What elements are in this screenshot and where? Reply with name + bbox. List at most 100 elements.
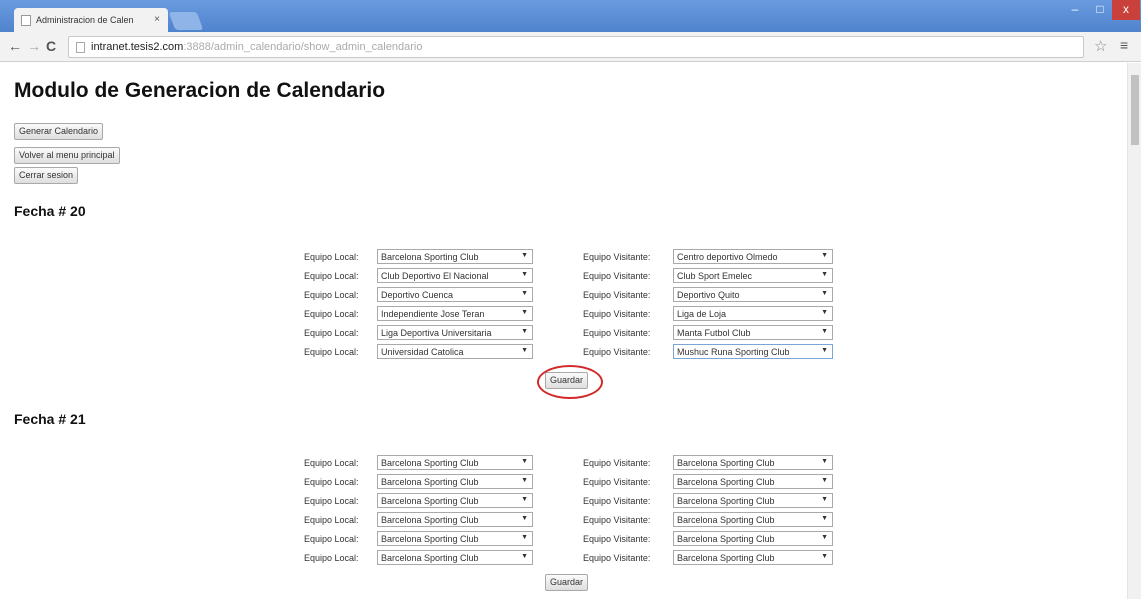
back-to-menu-button[interactable]: Volver al menu principal xyxy=(14,147,120,164)
dropdown-arrow-icon: ▼ xyxy=(521,347,528,354)
visiting-team-select[interactable]: Barcelona Sporting Club ▼ xyxy=(673,531,833,546)
local-team-label: Equipo Local: xyxy=(304,534,359,544)
window-minimize-button[interactable]: – xyxy=(1062,0,1088,20)
local-team-select[interactable]: Barcelona Sporting Club ▼ xyxy=(377,474,533,489)
visiting-team-label: Equipo Visitante: xyxy=(583,271,651,281)
local-team-value: Barcelona Sporting Club xyxy=(381,458,479,468)
dropdown-arrow-icon: ▼ xyxy=(521,309,528,316)
back-arrow-icon[interactable]: ← xyxy=(8,38,22,54)
local-team-select[interactable]: Deportivo Cuenca ▼ xyxy=(377,287,533,302)
visiting-team-value: Barcelona Sporting Club xyxy=(677,477,775,487)
dropdown-arrow-icon: ▼ xyxy=(821,252,828,259)
visiting-team-value: Liga de Loja xyxy=(677,309,727,319)
reload-icon[interactable]: C xyxy=(46,38,56,54)
local-team-label: Equipo Local: xyxy=(304,328,359,338)
visiting-team-select[interactable]: Liga de Loja ▼ xyxy=(673,306,833,321)
local-team-label: Equipo Local: xyxy=(304,252,359,262)
local-team-value: Barcelona Sporting Club xyxy=(381,477,479,487)
address-bar[interactable]: intranet.tesis2.com:3888/admin_calendari… xyxy=(68,36,1084,58)
page-icon xyxy=(76,42,85,53)
visiting-team-select[interactable]: Deportivo Quito ▼ xyxy=(673,287,833,302)
page-title: Modulo de Generacion de Calendario xyxy=(14,79,386,102)
logout-button[interactable]: Cerrar sesion xyxy=(14,167,79,184)
dropdown-arrow-icon: ▼ xyxy=(821,271,828,278)
bookmark-star-icon[interactable]: ☆ xyxy=(1094,37,1107,55)
visiting-team-select[interactable]: Centro deportivo Olmedo ▼ xyxy=(673,249,833,264)
browser-titlebar: Administracion de Calen × – □ x xyxy=(0,0,1141,32)
page-favicon-icon xyxy=(21,15,31,26)
local-team-select[interactable]: Barcelona Sporting Club ▼ xyxy=(377,512,533,527)
dropdown-arrow-icon: ▼ xyxy=(521,534,528,541)
url-path: :3888/admin_calendario/show_admin_calend… xyxy=(183,41,423,53)
visiting-team-label: Equipo Visitante: xyxy=(583,458,651,468)
visiting-team-label: Equipo Visitante: xyxy=(583,328,651,338)
visiting-team-label: Equipo Visitante: xyxy=(583,496,651,506)
tab-close-icon[interactable]: × xyxy=(154,14,160,25)
visiting-team-value: Club Sport Emelec xyxy=(677,271,753,281)
visiting-team-select[interactable]: Manta Futbol Club ▼ xyxy=(673,325,833,340)
browser-toolbar: ← → C intranet.tesis2.com:3888/admin_cal… xyxy=(0,32,1141,62)
dropdown-arrow-icon: ▼ xyxy=(821,496,828,503)
local-team-select[interactable]: Independiente Jose Teran ▼ xyxy=(377,306,533,321)
local-team-value: Barcelona Sporting Club xyxy=(381,515,479,525)
visiting-team-value: Manta Futbol Club xyxy=(677,328,751,338)
highlight-circle xyxy=(537,365,603,399)
dropdown-arrow-icon: ▼ xyxy=(521,290,528,297)
visiting-team-label: Equipo Visitante: xyxy=(583,290,651,300)
dropdown-arrow-icon: ▼ xyxy=(821,534,828,541)
local-team-select[interactable]: Barcelona Sporting Club ▼ xyxy=(377,493,533,508)
local-team-select[interactable]: Barcelona Sporting Club ▼ xyxy=(377,455,533,470)
dropdown-arrow-icon: ▼ xyxy=(821,347,828,354)
dropdown-arrow-icon: ▼ xyxy=(521,496,528,503)
visiting-team-select[interactable]: Barcelona Sporting Club ▼ xyxy=(673,512,833,527)
forward-arrow-icon[interactable]: → xyxy=(27,38,41,54)
dropdown-arrow-icon: ▼ xyxy=(821,290,828,297)
visiting-team-select[interactable]: Club Sport Emelec ▼ xyxy=(673,268,833,283)
browser-menu-icon[interactable]: ≡ xyxy=(1120,37,1128,53)
local-team-label: Equipo Local: xyxy=(304,553,359,563)
local-team-select[interactable]: Liga Deportiva Universitaria ▼ xyxy=(377,325,533,340)
visiting-team-select[interactable]: Barcelona Sporting Club ▼ xyxy=(673,550,833,565)
local-team-select[interactable]: Barcelona Sporting Club ▼ xyxy=(377,550,533,565)
local-team-value: Barcelona Sporting Club xyxy=(381,553,479,563)
visiting-team-value: Centro deportivo Olmedo xyxy=(677,252,778,262)
visiting-team-label: Equipo Visitante: xyxy=(583,309,651,319)
local-team-select[interactable]: Club Deportivo El Nacional ▼ xyxy=(377,268,533,283)
local-team-value: Universidad Catolica xyxy=(381,347,464,357)
new-tab-button[interactable] xyxy=(168,12,204,30)
dropdown-arrow-icon: ▼ xyxy=(821,328,828,335)
visiting-team-select[interactable]: Barcelona Sporting Club ▼ xyxy=(673,493,833,508)
scrollbar-thumb[interactable] xyxy=(1131,75,1139,145)
local-team-select[interactable]: Barcelona Sporting Club ▼ xyxy=(377,531,533,546)
dropdown-arrow-icon: ▼ xyxy=(821,515,828,522)
visiting-team-value: Barcelona Sporting Club xyxy=(677,458,775,468)
visiting-team-value: Barcelona Sporting Club xyxy=(677,553,775,563)
page-content: Modulo de Generacion de Calendario Gener… xyxy=(0,63,1127,599)
local-team-value: Barcelona Sporting Club xyxy=(381,534,479,544)
local-team-label: Equipo Local: xyxy=(304,309,359,319)
local-team-select[interactable]: Barcelona Sporting Club ▼ xyxy=(377,249,533,264)
dropdown-arrow-icon: ▼ xyxy=(821,309,828,316)
window-close-button[interactable]: x xyxy=(1112,0,1140,20)
page-scrollbar[interactable] xyxy=(1127,63,1141,599)
visiting-team-select[interactable]: Barcelona Sporting Club ▼ xyxy=(673,474,833,489)
visiting-team-value: Barcelona Sporting Club xyxy=(677,534,775,544)
dropdown-arrow-icon: ▼ xyxy=(521,328,528,335)
local-team-select[interactable]: Universidad Catolica ▼ xyxy=(377,344,533,359)
dropdown-arrow-icon: ▼ xyxy=(521,515,528,522)
visiting-team-select[interactable]: Mushuc Runa Sporting Club ▼ xyxy=(673,344,833,359)
local-team-value: Barcelona Sporting Club xyxy=(381,252,479,262)
window-maximize-button[interactable]: □ xyxy=(1088,0,1112,20)
local-team-value: Deportivo Cuenca xyxy=(381,290,454,300)
visiting-team-select[interactable]: Barcelona Sporting Club ▼ xyxy=(673,455,833,470)
generate-calendar-button[interactable]: Generar Calendario xyxy=(14,123,104,140)
visiting-team-label: Equipo Visitante: xyxy=(583,477,651,487)
browser-tab[interactable]: Administracion de Calen × xyxy=(14,8,168,32)
visiting-team-label: Equipo Visitante: xyxy=(583,534,651,544)
local-team-value: Barcelona Sporting Club xyxy=(381,496,479,506)
save-button[interactable]: Guardar xyxy=(545,574,589,591)
dropdown-arrow-icon: ▼ xyxy=(521,271,528,278)
local-team-label: Equipo Local: xyxy=(304,290,359,300)
local-team-value: Liga Deportiva Universitaria xyxy=(381,328,492,338)
dropdown-arrow-icon: ▼ xyxy=(821,477,828,484)
